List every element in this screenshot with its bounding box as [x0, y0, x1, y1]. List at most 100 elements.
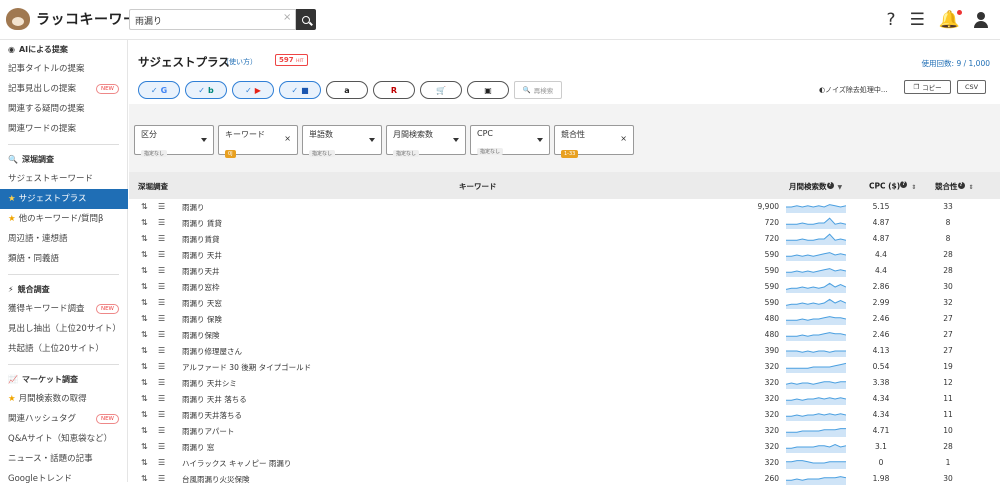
dig-icon[interactable]: ⇅	[141, 346, 148, 355]
menu-icon[interactable]: ☰	[158, 346, 165, 355]
menu-icon[interactable]: ☰	[158, 314, 165, 323]
sidebar-item[interactable]: 共起語（上位20サイト）	[0, 339, 127, 359]
sidebar-item[interactable]: 記事見出しの提案 NEW	[0, 79, 127, 99]
clear-icon[interactable]: ×	[284, 134, 291, 143]
col-volume[interactable]: 月間検索数? ▼	[789, 181, 842, 192]
menu-icon[interactable]: ☰	[158, 266, 165, 275]
sidebar-item[interactable]: 周辺語・連想語	[0, 229, 127, 249]
keyword-cell: 雨漏り 天窓	[182, 299, 222, 308]
engine-youtube-toggle[interactable]: ✓ ▶	[232, 81, 274, 99]
sidebar-section-label: 競合調査	[17, 285, 50, 294]
engine-video-toggle[interactable]: ✓ ■	[279, 81, 321, 99]
filter-dropdown[interactable]: 区分 指定なし	[134, 125, 214, 157]
col-comp[interactable]: 競合性? ⇕	[935, 181, 974, 192]
menu-icon[interactable]: ☰	[158, 458, 165, 467]
sidebar-item[interactable]: 関連する疑問の提案	[0, 99, 127, 119]
engine-shopping-toggle[interactable]: 🛒	[420, 81, 462, 99]
clear-icon[interactable]: ×	[620, 134, 627, 143]
dig-icon[interactable]: ⇅	[141, 298, 148, 307]
sidebar-item[interactable]: ★ 月間検索数の取得	[0, 389, 127, 409]
engine-bing-toggle[interactable]: ✓ b	[185, 81, 227, 99]
dig-icon[interactable]: ⇅	[141, 378, 148, 387]
filter-dropdown[interactable]: CPC 指定なし	[470, 125, 550, 155]
sparkline-area	[786, 268, 846, 277]
dig-icon[interactable]: ⇅	[141, 282, 148, 291]
dig-icon[interactable]: ⇅	[141, 202, 148, 211]
engine-google-toggle[interactable]: ✓ G	[138, 81, 180, 99]
search-icon: 🔍	[522, 86, 531, 94]
search-button[interactable]	[296, 9, 316, 30]
filter-value: 指定なし	[393, 150, 420, 157]
menu-icon[interactable]: ☰	[158, 202, 165, 211]
menu-icon[interactable]: ☰	[158, 234, 165, 243]
dig-icon[interactable]: ⇅	[141, 410, 148, 419]
sidebar-item[interactable]: 類語・同義語	[0, 249, 127, 269]
keyword-cell: 雨漏り天井落ちる	[182, 411, 242, 420]
engine-image-toggle[interactable]: ▣	[467, 81, 509, 99]
menu-icon[interactable]: ☰	[910, 10, 925, 30]
table-body: ⇅ ☰ 雨漏り 9,900 5.15 33 ⇅ ☰ 雨漏り 賃貸 720 4.8…	[129, 199, 1000, 487]
sidebar-item[interactable]: 関連ハッシュタグ NEW	[0, 409, 127, 429]
dig-icon[interactable]: ⇅	[141, 266, 148, 275]
dig-icon[interactable]: ⇅	[141, 314, 148, 323]
competition-cell: 1	[945, 458, 951, 467]
col-cpc[interactable]: CPC ($)? ⇕	[869, 181, 916, 191]
menu-icon[interactable]: ☰	[158, 410, 165, 419]
user-icon[interactable]	[974, 12, 988, 28]
help-icon[interactable]: ?	[887, 10, 896, 30]
dig-icon[interactable]: ⇅	[141, 218, 148, 227]
dig-icon[interactable]: ⇅	[141, 442, 148, 451]
clear-icon[interactable]: ×	[283, 12, 291, 23]
dig-icon[interactable]: ⇅	[141, 250, 148, 259]
dig-icon[interactable]: ⇅	[141, 330, 148, 339]
menu-icon[interactable]: ☰	[158, 426, 165, 435]
help-icon[interactable]: ?	[826, 181, 834, 189]
search-input[interactable]: 雨漏り	[129, 9, 296, 30]
filter-dropdown[interactable]: キーワード 0J ×	[218, 125, 298, 158]
menu-icon[interactable]: ☰	[158, 362, 165, 371]
menu-icon[interactable]: ☰	[158, 378, 165, 387]
copy-button[interactable]: ❐ コピー	[904, 80, 951, 94]
menu-icon[interactable]: ☰	[158, 442, 165, 451]
howto-link[interactable]: （使い方）	[222, 57, 257, 67]
csv-button[interactable]: CSV	[957, 80, 986, 94]
filter-dropdown[interactable]: 月間検索数 指定なし	[386, 125, 466, 157]
help-icon[interactable]: ?	[957, 181, 965, 189]
dig-icon[interactable]: ⇅	[141, 426, 148, 435]
competition-cell: 28	[943, 442, 953, 451]
filter-tag: 1-33	[561, 150, 579, 158]
engine-amazon-toggle[interactable]: a	[326, 81, 368, 99]
menu-icon[interactable]: ☰	[158, 298, 165, 307]
menu-icon[interactable]: ☰	[158, 394, 165, 403]
sidebar-item[interactable]: ★ サジェストプラス	[0, 189, 128, 209]
menu-icon[interactable]: ☰	[158, 218, 165, 227]
dig-icon[interactable]: ⇅	[141, 234, 148, 243]
sidebar-item[interactable]: 見出し抽出（上位20サイト）	[0, 319, 127, 339]
sidebar-item[interactable]: Q&Aサイト（知恵袋など）	[0, 429, 127, 449]
engine-rakuten-toggle[interactable]: R	[373, 81, 415, 99]
sidebar-item[interactable]: 獲得キーワード調査 NEW	[0, 299, 127, 319]
sort-icon[interactable]: ⇕	[969, 184, 974, 191]
dig-icon[interactable]: ⇅	[141, 458, 148, 467]
dig-icon[interactable]: ⇅	[141, 394, 148, 403]
sort-icon[interactable]: ⇕	[911, 184, 916, 191]
volume-cell: 590	[764, 250, 779, 259]
sidebar-item[interactable]: Googleトレンド	[0, 469, 127, 489]
trend-sparkline	[786, 381, 846, 389]
bell-icon[interactable]: 🔔	[939, 10, 962, 30]
sidebar-item[interactable]: 関連ワードの提案	[0, 119, 127, 139]
filter-dropdown[interactable]: 競合性 1-33 ×	[554, 125, 634, 158]
sidebar-item[interactable]: ★ 他のキーワード/質問β	[0, 209, 127, 229]
filter-dropdown[interactable]: 単語数 指定なし	[302, 125, 382, 157]
help-icon[interactable]: ?	[900, 181, 908, 188]
menu-icon[interactable]: ☰	[158, 282, 165, 291]
menu-icon[interactable]: ☰	[158, 330, 165, 339]
research-button[interactable]: 🔍 再検索	[514, 81, 562, 99]
table-row: ⇅ ☰ 雨漏り天井落ちる 320 4.34 11	[129, 407, 1000, 423]
sidebar-item[interactable]: ニュース・話題の記事	[0, 449, 127, 469]
sidebar-item[interactable]: サジェストキーワード	[0, 169, 127, 189]
menu-icon[interactable]: ☰	[158, 250, 165, 259]
dig-icon[interactable]: ⇅	[141, 362, 148, 371]
sidebar-item[interactable]: 記事タイトルの提案	[0, 59, 127, 79]
sort-desc-icon[interactable]: ▼	[838, 184, 843, 191]
